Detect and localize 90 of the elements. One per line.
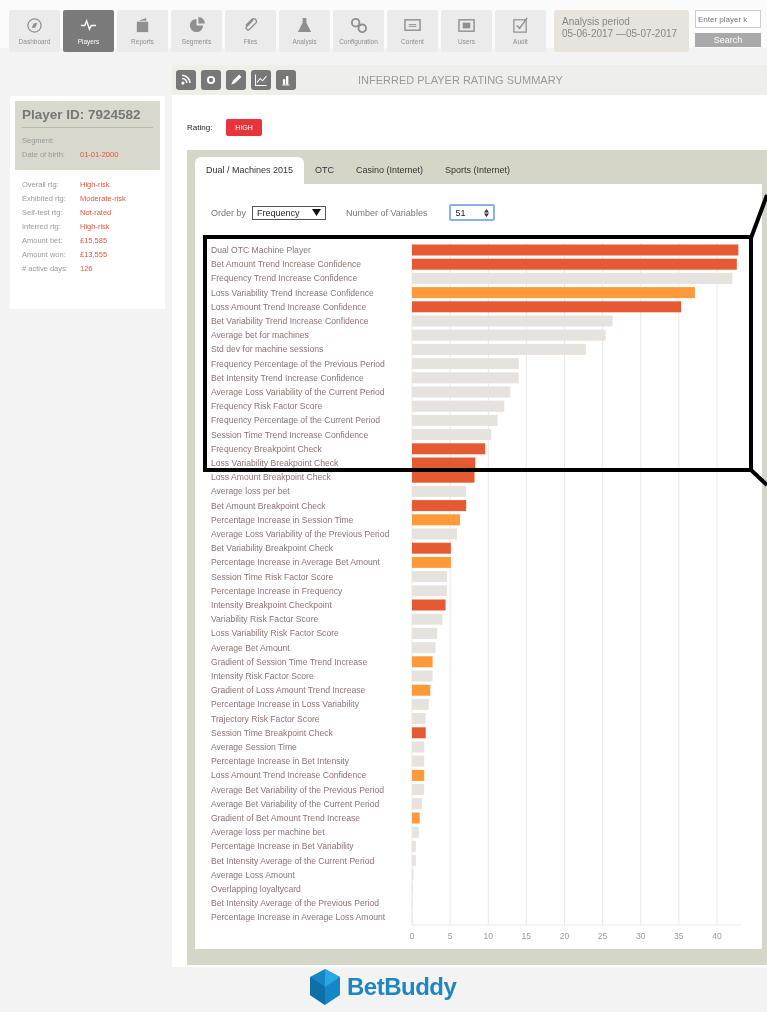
bar-label: Loss Amount Trend Increase Confidence (211, 770, 367, 781)
bar-label: Trajectory Risk Factor Score (211, 713, 320, 724)
bar-label: Percentage Increase in Average Bet Amount (211, 557, 380, 568)
nav-icon (296, 17, 313, 34)
axis-tick-label: 30 (635, 931, 646, 941)
bar-label: Intensity Breakpoint Checkpoint (211, 600, 332, 610)
axis-tick-label: 5 (447, 931, 453, 941)
bar-label: Percentage Increase in Bet Variability (211, 841, 354, 852)
variables-label: Number of Variables (346, 207, 428, 218)
bar-label: Percentage Increase in Loss Variability (211, 699, 359, 710)
bar-label: Frequency Risk Factor Score (211, 401, 323, 412)
nav-icon (404, 17, 421, 34)
nav-icon (350, 17, 367, 34)
bar-label: Frequency Percentage of the Current Period (211, 415, 381, 426)
bar-label: Average Bet Amount (211, 642, 290, 653)
bar-label: Loss Variability Risk Factor Score (211, 628, 339, 639)
logo-text: BetBuddy (347, 973, 457, 1001)
axis-tick-label: 25 (597, 931, 608, 941)
axis-tick-label: 10 (483, 931, 494, 941)
bar-label: Loss Variability Breakpoint Check (211, 458, 339, 468)
bar-label: Average bet for machines (211, 330, 309, 341)
bar-label: Loss Amount Breakpoint Check (211, 472, 331, 483)
axis-tick-label: 15 (521, 931, 532, 941)
category-tab[interactable]: OTC (304, 157, 346, 184)
bar-label: Percentage Increase in Frequency (211, 585, 343, 596)
bar-label: Percentage Increase in Average Loss Amount (211, 912, 386, 923)
bar-label: Variability Risk Factor Score (211, 614, 319, 625)
analysis-period-title: Analysis period (562, 16, 631, 28)
category-tab[interactable]: Dual / Machines 2015 (195, 157, 305, 184)
bar-chart-icon[interactable] (276, 70, 296, 90)
search-button[interactable]: Search (695, 33, 761, 47)
variables-spinner[interactable]: 51 (449, 204, 496, 221)
bar-label: Bet Intensity Average of the Previous Period (211, 898, 379, 909)
line-chart-icon[interactable] (251, 70, 271, 90)
bar-label: Session Time Trend Increase Confidence (211, 429, 369, 440)
bar-label: Overlapping loyaltycard (211, 884, 301, 894)
spinner-arrows-icon (484, 208, 490, 217)
bar-label: Average Loss Variability of the Previous Period (211, 529, 390, 539)
bar-label: Gradient of Session Time Trend Increase (211, 656, 368, 667)
dropdown-caret-icon (312, 207, 321, 217)
bar-label: Average Loss Variability of the Current Period (211, 387, 385, 397)
bar-label: Percentage Increase in Session Time (211, 514, 354, 525)
bar-label: Loss Amount Trend Increase Confidence (211, 301, 367, 312)
bar-label: Bet Variability Trend Increase Confidence (211, 316, 369, 326)
bar-label: Std dev for machine sessions (211, 344, 324, 355)
nav-icon (80, 17, 97, 34)
bar-label: Frequency Breakpoint Check (211, 443, 322, 454)
bar-label: Average Loss Amount (211, 869, 295, 880)
bar-label: Percentage Increase in Bet Intensity (211, 756, 350, 767)
axis-tick-label: 0 (409, 931, 415, 941)
nav-icon (458, 17, 475, 34)
bar-label: Gradient of Bet Amount Trend Increase (211, 813, 361, 823)
axis-tick-label: 35 (674, 931, 684, 941)
bar-label: Loss Variability Trend Increase Confidence (211, 287, 374, 298)
nav-icon (134, 17, 151, 34)
nav-icon (26, 17, 43, 34)
axis-tick-label: 40 (712, 931, 722, 941)
settings-icon[interactable] (201, 70, 221, 90)
category-tab[interactable]: Casino (Internet) (345, 157, 435, 184)
order-by-label: Order by (211, 207, 246, 218)
bar-label: Average Session Time (211, 742, 297, 752)
bar-label: Gradient of Loss Amount Trend Increase (211, 685, 366, 696)
axis-tick-label: 20 (559, 931, 570, 941)
player-id-title: Player ID: 7924582 (22, 107, 153, 128)
nav-icon (512, 17, 529, 34)
rating-label: Rating: (187, 123, 213, 132)
bar-label: Bet Intensity Average of the Current Period (211, 855, 375, 866)
bar-label: Bet Amount Breakpoint Check (211, 500, 326, 511)
bar-label: Dual OTC Machine Player (211, 245, 311, 255)
bar-label: Average loss per bet (211, 486, 290, 497)
nav-icon (242, 17, 259, 34)
bar-label: Frequency Percentage of the Previous Period (211, 358, 385, 369)
analysis-period-range: 05-06-2017 —05-07-2017 (562, 28, 679, 40)
bar-label: Session Time Breakpoint Check (211, 727, 333, 738)
bar-label: Bet Intensity Trend Increase Confidence (211, 372, 364, 383)
summary-title: INFERRED PLAYER RATING SUMMARY (358, 74, 563, 86)
bar-label: Intensity Risk Factor Score (211, 671, 314, 681)
bar-label: Frequency Trend Increase Confidence (211, 273, 358, 284)
bar-label: Bet Variability Breakpoint Check (211, 543, 334, 554)
pen-icon[interactable] (226, 70, 246, 90)
order-by-dropdown[interactable]: Frequency (252, 205, 326, 220)
rss-icon[interactable] (176, 70, 196, 90)
player-search-field[interactable]: Enter player k (695, 10, 761, 28)
bar-label: Average loss per machine bet (211, 827, 325, 838)
bar-label: Average Bet Variability of the Previous Period (211, 784, 385, 795)
bar-label: Average Bet Variability of the Current Period (211, 798, 380, 809)
bar-label: Bet Amount Trend Increase Confidence (211, 259, 361, 270)
category-tab[interactable]: Sports (Internet) (434, 157, 522, 184)
nav-icon (188, 17, 205, 34)
bar-label: Session Time Risk Factor Score (211, 571, 334, 582)
